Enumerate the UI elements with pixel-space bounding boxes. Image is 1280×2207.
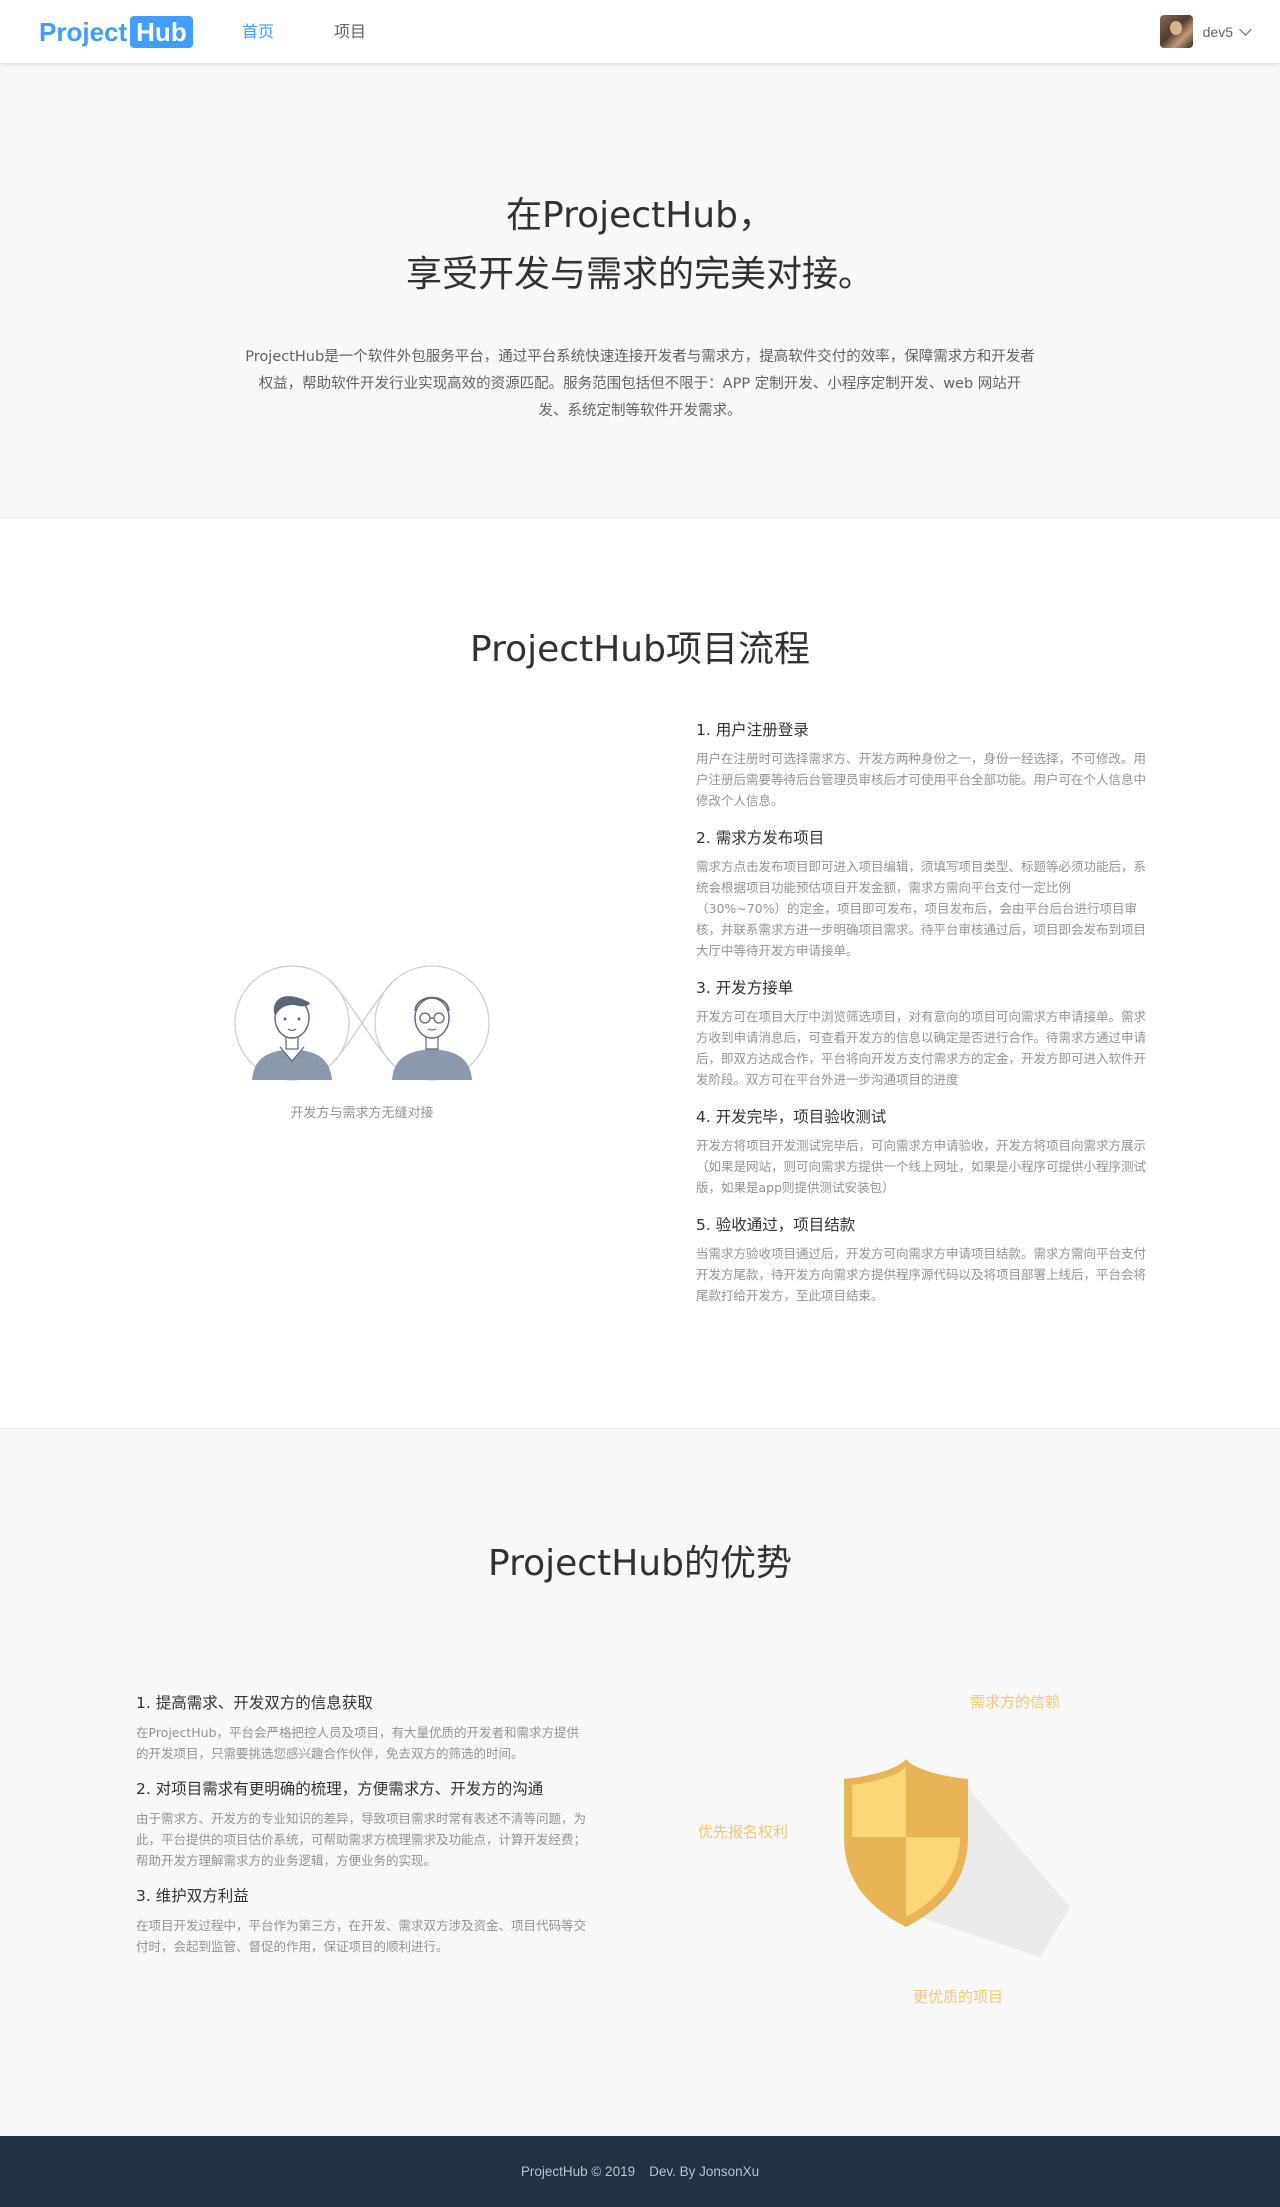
nav-home-link[interactable]: 首页: [242, 20, 274, 44]
top-navbar: Project Hub 首页 项目 dev5: [0, 0, 1280, 63]
step-title: 4. 开发完毕，项目验收测试: [696, 1108, 887, 1126]
illustration-caption: 开发方与需求方无缝对接: [290, 1106, 434, 1121]
nav-projects-link[interactable]: 项目: [334, 20, 366, 44]
advantage-title: 1. 提高需求、开发双方的信息获取: [136, 1694, 373, 1712]
avatar[interactable]: [1159, 15, 1193, 48]
advantages-section: ProjectHub的优势 1. 提高需求、开发双方的信息获取 在Project…: [0, 1428, 1280, 2136]
hero-description: ProjectHub是一个软件外包服务平台，通过平台系统快速连接开发者与需求方，…: [245, 349, 1035, 419]
shield-icon: [844, 1759, 1070, 1957]
list-item: 2. 对项目需求有更明确的梳理，方便需求方、开发方的沟通 由于需求方、开发方的专…: [136, 1777, 586, 1871]
advantage-text: 由于需求方、开发方的专业知识的差异，导致项目需求时常有表述不清等问题，为此，平台…: [136, 1811, 587, 1868]
label-client-trust: 需求方的信赖: [970, 1693, 1061, 1711]
step-text: 开发方将项目开发测试完毕后，可向需求方申请验收，开发方将项目向需求方展示（如果是…: [696, 1138, 1147, 1195]
step-title: 5. 验收通过，项目结款: [696, 1216, 856, 1234]
list-item: 1. 用户注册登录 用户在注册时可选择需求方、开发方两种身份之一，身份一经选择，…: [696, 718, 1146, 811]
step-text: 用户在注册时可选择需求方、开发方两种身份之一，身份一经选择，不可修改。用户注册后…: [696, 751, 1147, 808]
list-item: 1. 提高需求、开发双方的信息获取 在ProjectHub，平台会严格把控人员及…: [136, 1691, 586, 1764]
step-text: 当需求方验收项目通过后，开发方可向需求方申请项目结款。需求方需向平台支付开发方尾…: [696, 1246, 1147, 1303]
process-section: ProjectHub项目流程 开发方与需求方无缝对接 1. 用户注册登录 用户在…: [0, 518, 1280, 1428]
list-item: 3. 维护双方利益 在项目开发过程中，平台作为第三方，在开发、需求双方涉及资金、…: [136, 1884, 586, 1957]
step-text: 开发方可在项目大厅中浏览筛选项目，对有意向的项目可向需求方申请接单。需求方收到申…: [696, 1009, 1147, 1087]
hero-section: 在ProjectHub， 享受开发与需求的完美对接。 ProjectHub是一个…: [0, 63, 1280, 518]
step-title: 2. 需求方发布项目: [696, 829, 825, 847]
chevron-down-icon[interactable]: [1239, 22, 1252, 36]
process-steps-list: 1. 用户注册登录 用户在注册时可选择需求方、开发方两种身份之一，身份一经选择，…: [696, 718, 1146, 1321]
advantages-list: 1. 提高需求、开发双方的信息获取 在ProjectHub，平台会严格把控人员及…: [136, 1691, 586, 1970]
developer-client-illustration: [234, 965, 490, 1081]
logo-text-hub: Hub: [130, 16, 193, 48]
username[interactable]: dev5: [1203, 24, 1233, 40]
projecthub-logo[interactable]: Project Hub: [39, 15, 193, 49]
footer: ProjectHub © 2019 Dev. By JonsonXu: [0, 2136, 1280, 2207]
hero-title-line1: 在ProjectHub，: [506, 195, 774, 236]
advantage-text: 在项目开发过程中，平台作为第三方，在开发、需求双方涉及资金、项目代码等交付时，会…: [136, 1918, 587, 1954]
footer-author: Dev. By JonsonXu: [649, 2164, 760, 2179]
list-item: 3. 开发方接单 开发方可在项目大厅中浏览筛选项目，对有意向的项目可向需求方申请…: [696, 976, 1146, 1090]
list-item: 2. 需求方发布项目 需求方点击发布项目即可进入项目编辑，须填写项目类型、标题等…: [696, 826, 1146, 961]
step-text: 需求方点击发布项目即可进入项目编辑，须填写项目类型、标题等必须功能后，系统会根据…: [696, 859, 1147, 958]
label-better-projects: 更优质的项目: [913, 1988, 1004, 2006]
advantage-title: 3. 维护双方利益: [136, 1887, 249, 1905]
list-item: 4. 开发完毕，项目验收测试 开发方将项目开发测试完毕后，可向需求方申请验收，开…: [696, 1105, 1146, 1198]
footer-copyright: ProjectHub © 2019: [520, 2164, 636, 2179]
step-title: 3. 开发方接单: [696, 979, 794, 997]
advantage-title: 2. 对项目需求有更明确的梳理，方便需求方、开发方的沟通: [136, 1780, 544, 1798]
advantage-text: 在ProjectHub，平台会严格把控人员及项目，有大量优质的开发者和需求方提供…: [136, 1725, 580, 1761]
user-menu[interactable]: dev5: [1159, 15, 1252, 48]
list-item: 5. 验收通过，项目结款 当需求方验收项目通过后，开发方可向需求方申请项目结款。…: [696, 1213, 1146, 1306]
hero-title-line2: 享受开发与需求的完美对接。: [405, 254, 874, 295]
label-priority-rights: 优先报名权利: [698, 1823, 789, 1841]
process-title: ProjectHub项目流程: [470, 629, 810, 670]
logo-text-project: Project: [39, 16, 128, 47]
step-title: 1. 用户注册登录: [696, 721, 809, 739]
advantages-title: ProjectHub的优势: [488, 1543, 792, 1584]
